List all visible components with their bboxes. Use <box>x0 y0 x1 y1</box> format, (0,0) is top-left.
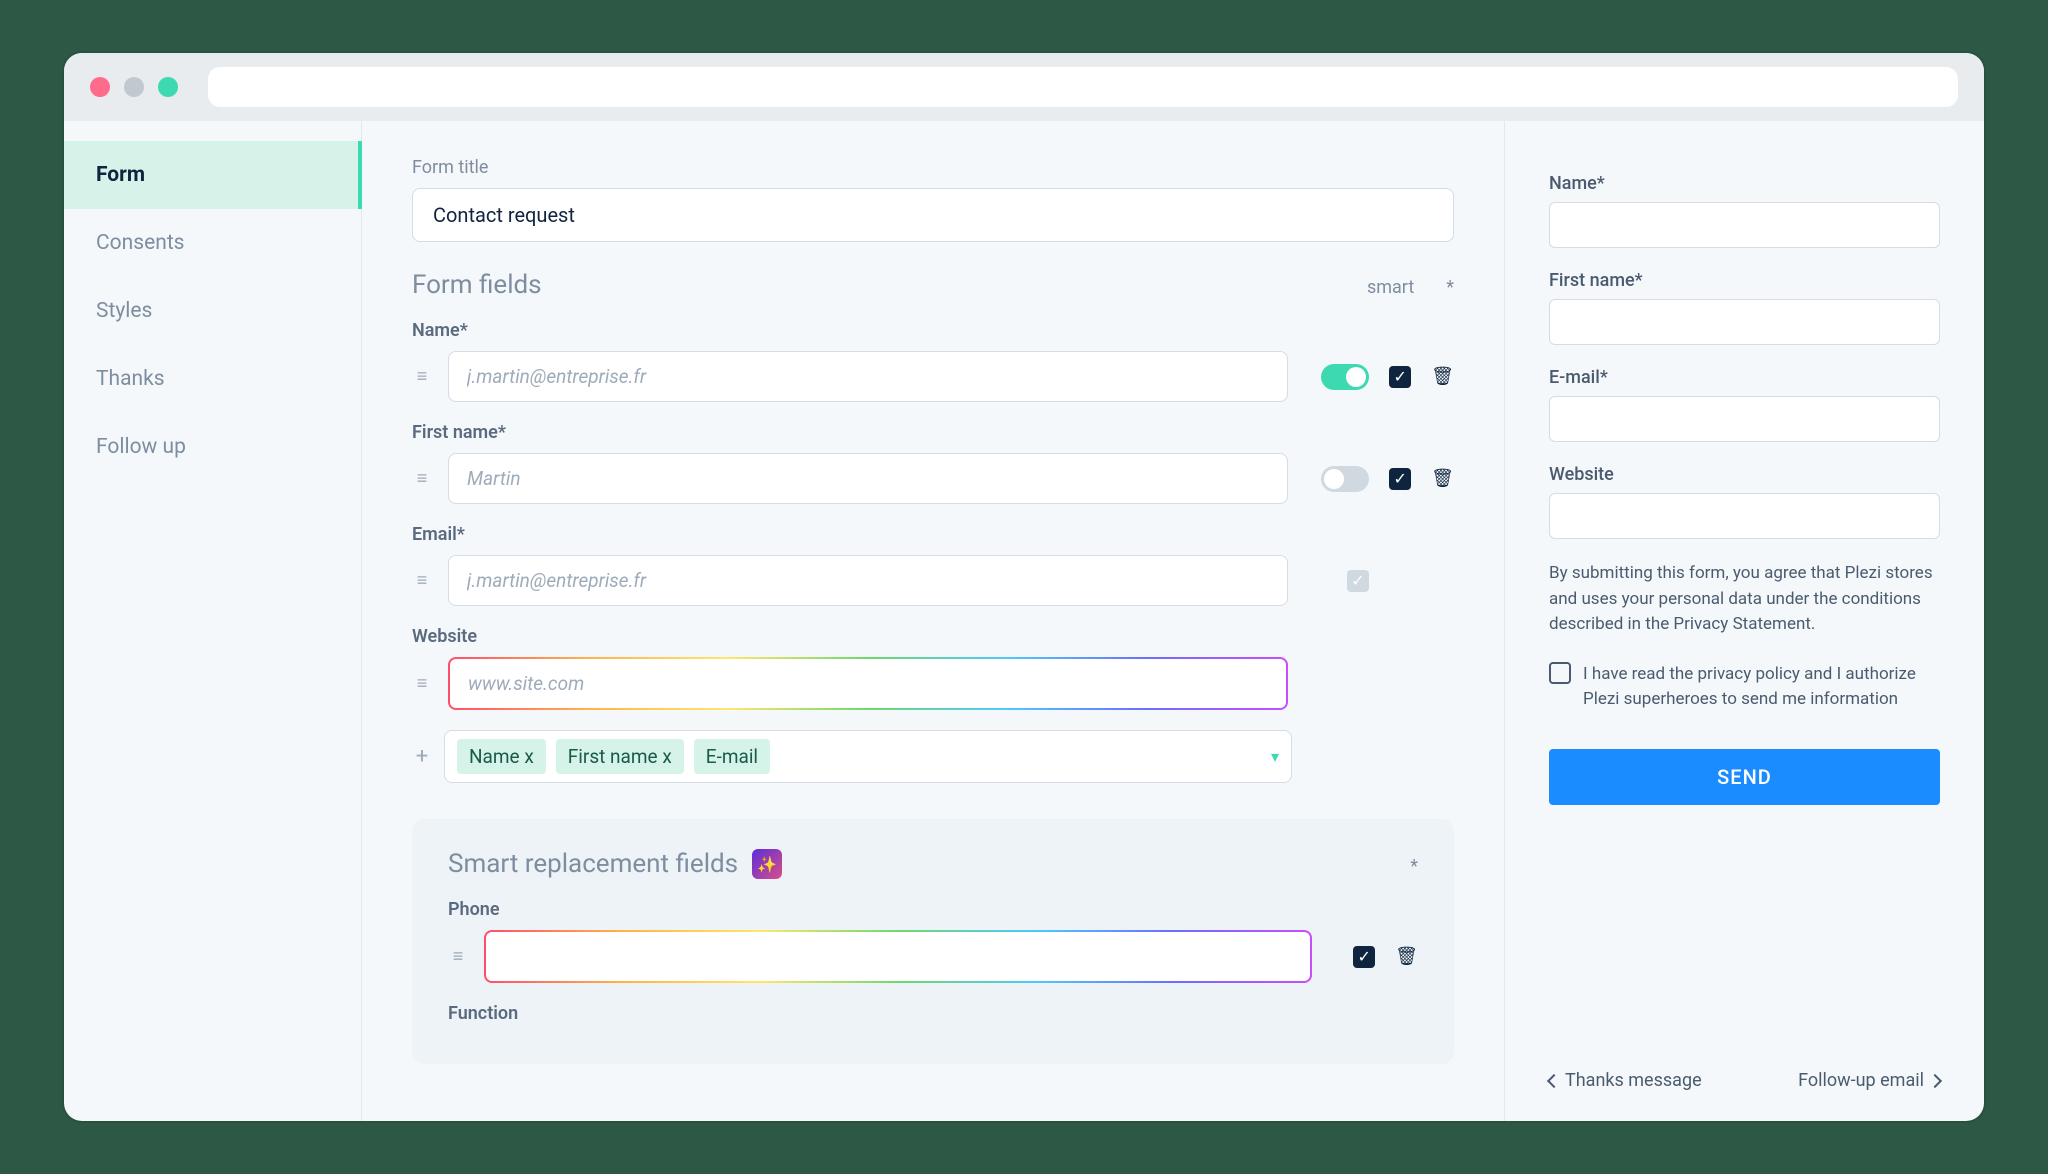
drag-handle-icon[interactable]: ≡ <box>412 468 432 489</box>
field-placeholder-input[interactable] <box>448 453 1288 504</box>
required-checkbox-disabled: ✓ <box>1347 570 1369 592</box>
preview-nav: Thanks message Follow-up email <box>1549 1030 1940 1091</box>
tag-name[interactable]: Name x <box>457 739 546 774</box>
field-controls: ✓ 🗑 <box>1328 946 1418 968</box>
main-editor: Form title Form fields smart * Name* ≡ ✓… <box>362 121 1504 1121</box>
sidebar-item-form[interactable]: Form <box>64 141 362 209</box>
field-row-website: ≡ <box>412 657 1454 710</box>
smart-replacement-panel: Smart replacement fields ✨ * Phone ≡ ✓ 🗑 <box>412 819 1454 1064</box>
required-checkbox[interactable]: ✓ <box>1353 946 1375 968</box>
field-label: Function <box>448 1003 1418 1024</box>
form-title-input[interactable] <box>412 188 1454 242</box>
tag-email[interactable]: E-mail <box>694 739 770 774</box>
content: Form Consents Styles Thanks Follow up Fo… <box>64 121 1984 1121</box>
url-bar[interactable] <box>208 67 1958 107</box>
form-title-label: Form title <box>412 157 1454 178</box>
preview-name-label: Name* <box>1549 173 1940 194</box>
field-label: Phone <box>448 899 1418 920</box>
smart-panel-header: Smart replacement fields ✨ * <box>448 849 1418 879</box>
drag-handle-icon[interactable]: ≡ <box>412 366 432 387</box>
preview-disclaimer: By submitting this form, you agree that … <box>1549 561 1940 638</box>
close-dot-icon[interactable] <box>90 77 110 97</box>
sidebar: Form Consents Styles Thanks Follow up <box>64 121 362 1121</box>
send-button[interactable]: SEND <box>1549 749 1940 805</box>
delete-icon[interactable]: 🗑 <box>1431 366 1454 387</box>
smart-panel-title-text: Smart replacement fields <box>448 849 738 879</box>
preview-website-label: Website <box>1549 464 1940 485</box>
smart-panel-title: Smart replacement fields ✨ <box>448 849 782 879</box>
field-row-firstname: ≡ ✓ 🗑 <box>412 453 1454 504</box>
preview-consent-checkbox[interactable] <box>1549 662 1571 684</box>
app-window: Form Consents Styles Thanks Follow up Fo… <box>64 53 1984 1121</box>
prev-label: Thanks message <box>1565 1070 1702 1091</box>
form-fields-header: Form fields smart * <box>412 270 1454 300</box>
sidebar-item-consents[interactable]: Consents <box>64 209 361 277</box>
preview-email-input[interactable] <box>1549 396 1940 442</box>
field-label: Name* <box>412 320 1454 341</box>
add-field-button[interactable]: + <box>412 744 432 769</box>
sidebar-item-thanks[interactable]: Thanks <box>64 345 361 413</box>
field-label: Email* <box>412 524 1454 545</box>
field-placeholder-input[interactable] <box>448 351 1288 402</box>
chevron-right-icon <box>1928 1073 1942 1087</box>
field-placeholder-input[interactable] <box>448 555 1288 606</box>
delete-icon[interactable]: 🗑 <box>1431 468 1454 489</box>
field-controls: ✓ 🗑 <box>1304 364 1454 390</box>
drag-handle-icon[interactable]: ≡ <box>448 946 468 967</box>
field-placeholder-input[interactable] <box>484 930 1312 983</box>
smart-column-labels: * <box>1410 856 1418 877</box>
smart-badge-icon: ✨ <box>752 849 782 879</box>
field-controls: ✓ 🗑 <box>1304 466 1454 492</box>
preview-website-input[interactable] <box>1549 493 1940 539</box>
field-row-email: ≡ ✓ <box>412 555 1454 606</box>
drag-handle-icon[interactable]: ≡ <box>412 673 432 694</box>
drag-handle-icon[interactable]: ≡ <box>412 570 432 591</box>
preview-firstname-input[interactable] <box>1549 299 1940 345</box>
add-field-row: + Name x First name x E-mail ▾ <box>412 730 1454 783</box>
preview-consent-row: I have read the privacy policy and I aut… <box>1549 662 1940 713</box>
preview-name-input[interactable] <box>1549 202 1940 248</box>
minimize-dot-icon[interactable] <box>124 77 144 97</box>
required-column-label: * <box>1446 277 1454 298</box>
form-preview: Name* First name* E-mail* Website By sub… <box>1504 121 1984 1121</box>
sidebar-item-styles[interactable]: Styles <box>64 277 361 345</box>
maximize-dot-icon[interactable] <box>158 77 178 97</box>
required-checkbox[interactable]: ✓ <box>1389 366 1411 388</box>
next-followup-link[interactable]: Follow-up email <box>1798 1070 1940 1091</box>
next-label: Follow-up email <box>1798 1070 1924 1091</box>
smart-column-label: smart <box>1367 277 1414 298</box>
preview-consent-text: I have read the privacy policy and I aut… <box>1583 662 1940 713</box>
chevron-left-icon <box>1547 1073 1561 1087</box>
field-label: Website <box>412 626 1454 647</box>
required-column-label: * <box>1410 856 1418 877</box>
smart-toggle[interactable] <box>1321 466 1369 492</box>
column-labels: smart * <box>1367 277 1454 298</box>
preview-firstname-label: First name* <box>1549 270 1940 291</box>
field-row-phone: ≡ ✓ 🗑 <box>448 930 1418 983</box>
field-placeholder-input[interactable] <box>448 657 1288 710</box>
titlebar <box>64 53 1984 121</box>
smart-toggle[interactable] <box>1321 364 1369 390</box>
form-fields-title: Form fields <box>412 270 542 300</box>
preview-email-label: E-mail* <box>1549 367 1940 388</box>
field-controls: ✓ <box>1304 570 1454 592</box>
field-label: First name* <box>412 422 1454 443</box>
field-row-name: ≡ ✓ 🗑 <box>412 351 1454 402</box>
dropdown-caret-icon[interactable]: ▾ <box>1271 747 1279 766</box>
required-checkbox[interactable]: ✓ <box>1389 468 1411 490</box>
prev-thanks-link[interactable]: Thanks message <box>1549 1070 1702 1091</box>
tag-firstname[interactable]: First name x <box>556 739 684 774</box>
tags-container[interactable]: Name x First name x E-mail ▾ <box>444 730 1292 783</box>
sidebar-item-followup[interactable]: Follow up <box>64 413 361 481</box>
delete-icon[interactable]: 🗑 <box>1395 946 1418 967</box>
